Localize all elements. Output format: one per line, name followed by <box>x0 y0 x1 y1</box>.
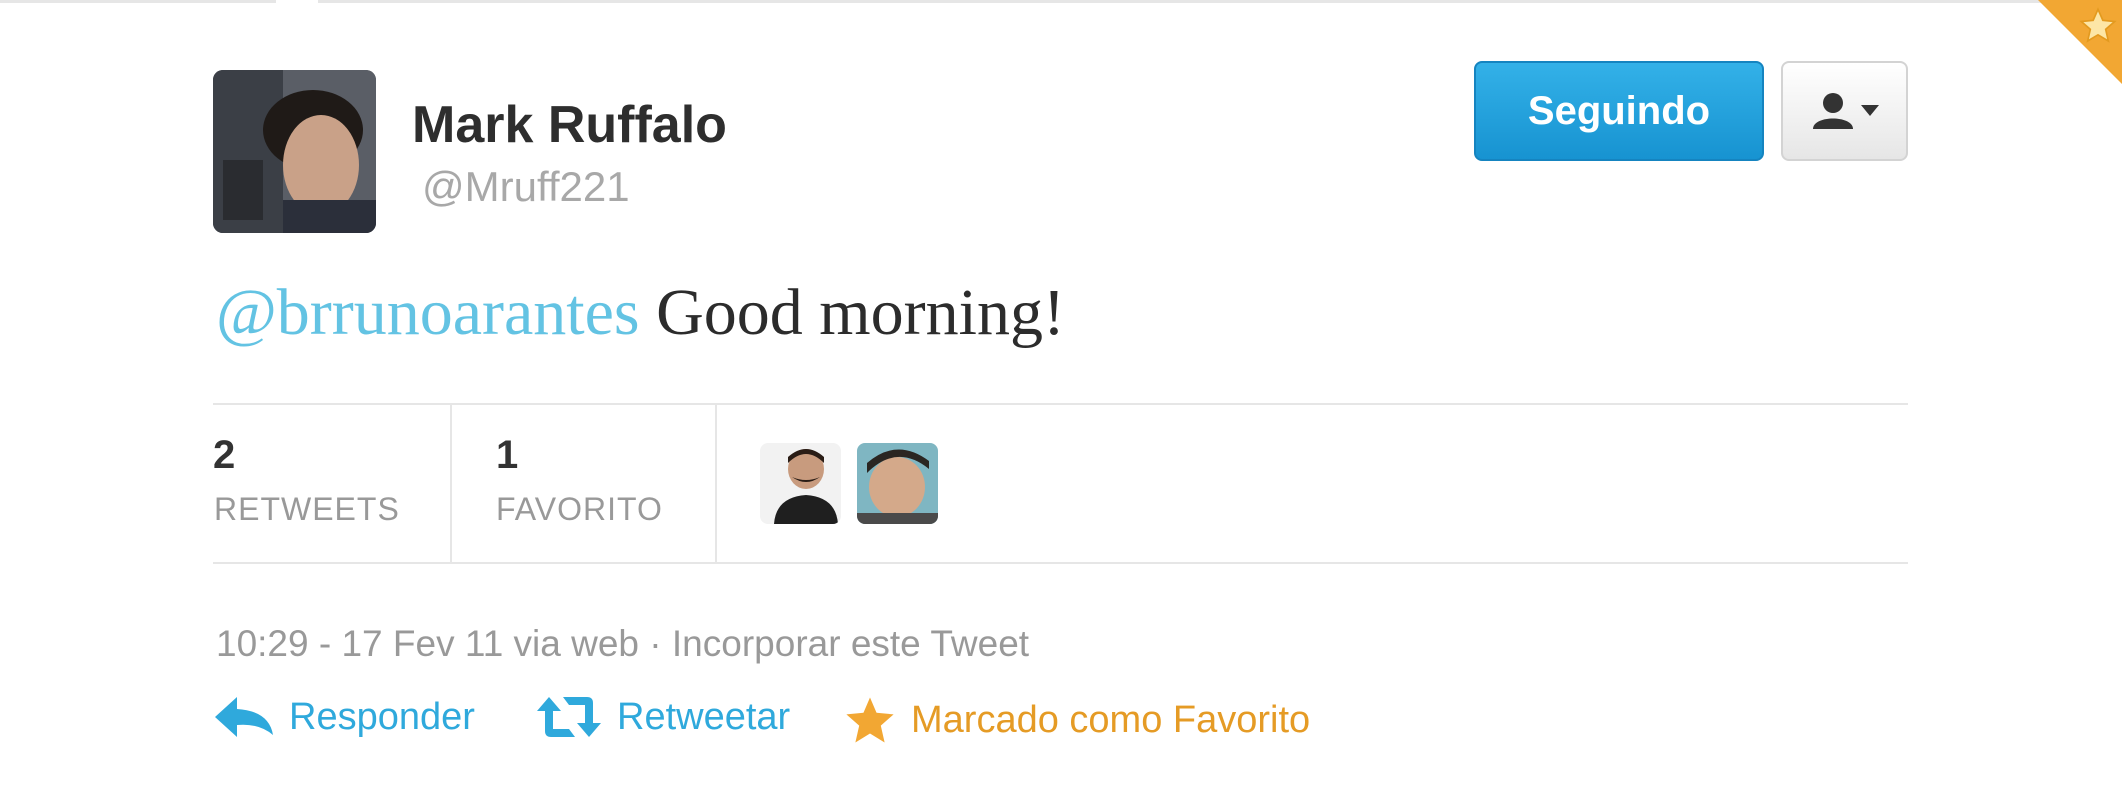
retweets-label[interactable]: RETWEETS <box>214 491 400 528</box>
retweet-label: Retweetar <box>617 695 791 738</box>
reply-button[interactable]: Responder <box>213 695 475 739</box>
reply-label: Responder <box>289 695 475 738</box>
retweet-button[interactable]: Retweetar <box>535 695 790 739</box>
avatar[interactable] <box>213 70 376 233</box>
favorite-label: Marcado como Favorito <box>911 698 1311 741</box>
favoriter-avatar[interactable] <box>760 443 841 524</box>
stats-divider <box>450 404 452 562</box>
caret-down-icon <box>1860 105 1879 116</box>
star-icon <box>846 697 894 743</box>
top-border <box>0 0 2122 3</box>
retweets-count[interactable]: 2 <box>213 433 235 478</box>
following-button[interactable]: Seguindo <box>1474 61 1764 161</box>
reply-arrow-icon <box>215 697 273 737</box>
favorites-label[interactable]: FAVORITO <box>496 491 663 528</box>
user-actions-dropdown-button[interactable] <box>1781 61 1908 161</box>
top-notch <box>276 0 318 3</box>
retweet-icon <box>537 697 601 737</box>
avatar-image <box>213 70 376 233</box>
favoriter-avatar[interactable] <box>857 443 938 524</box>
stats-top-divider <box>213 403 1908 405</box>
favorite-button[interactable]: Marcado como Favorito <box>843 695 1310 745</box>
tweet-meta: 10:29 - 17 Fev 11 via web · Incorporar e… <box>216 623 1029 665</box>
user-icon <box>1812 93 1853 129</box>
mention-link[interactable]: @brrunoarantes <box>216 276 640 349</box>
favorited-star-icon <box>2079 7 2117 43</box>
tweet-card: Mark Ruffalo @Mruff221 Seguindo @brrunoa… <box>0 0 2122 800</box>
stats-divider <box>715 404 717 562</box>
user-handle[interactable]: @Mruff221 <box>422 163 630 211</box>
tweet-text: @brrunoarantes Good morning! <box>216 275 1065 351</box>
embed-tweet-link[interactable]: Incorporar este Tweet <box>672 623 1029 664</box>
user-name[interactable]: Mark Ruffalo <box>412 95 727 155</box>
timestamp-link[interactable]: 10:29 - 17 Fev 11 via web <box>216 623 639 664</box>
favorites-count[interactable]: 1 <box>496 433 518 478</box>
favoriter-avatar-image <box>760 443 841 524</box>
meta-separator: · <box>639 623 672 664</box>
tweet-body: Good morning! <box>639 276 1065 349</box>
favoriter-avatar-image <box>857 443 938 524</box>
stats-bottom-divider <box>213 562 1908 564</box>
